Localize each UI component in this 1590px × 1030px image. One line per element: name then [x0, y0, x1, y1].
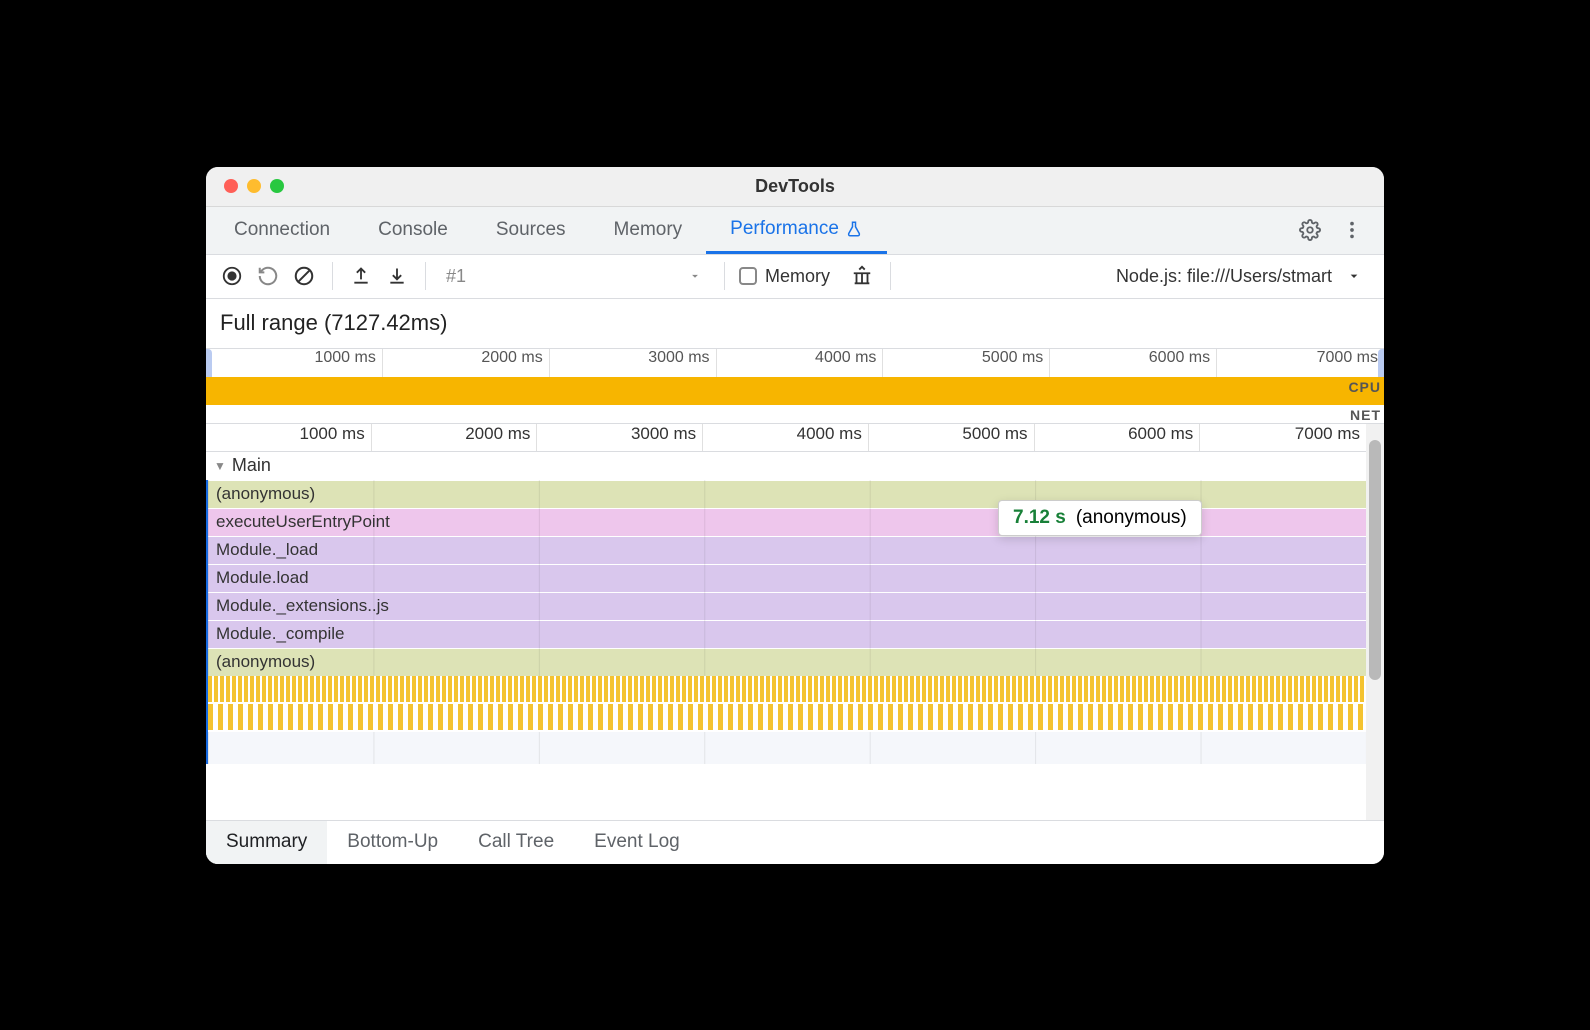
- ruler-tick: 5000 ms: [869, 424, 1035, 451]
- thread-header-label: Main: [232, 455, 271, 476]
- target-selector[interactable]: Node.js: file:///Users/stmart: [1116, 266, 1372, 287]
- flame-frame[interactable]: Module._extensions..js: [208, 592, 1366, 620]
- trace-selector-value: #1: [446, 266, 466, 287]
- details-tab-call-tree[interactable]: Call Tree: [458, 821, 574, 864]
- main-tabbar: Connection Console Sources Memory Perfor…: [206, 207, 1384, 255]
- tab-console[interactable]: Console: [354, 206, 472, 254]
- experiment-icon: [845, 220, 863, 238]
- flame-rows: (anonymous) executeUserEntryPoint Module…: [206, 480, 1366, 764]
- overview-cpu-track[interactable]: CPU: [206, 377, 1384, 405]
- separator: [425, 262, 426, 290]
- tooltip-duration: 7.12 s: [1013, 507, 1066, 529]
- flame-chart[interactable]: 1000 ms 2000 ms 3000 ms 4000 ms 5000 ms …: [206, 424, 1366, 820]
- tab-connection[interactable]: Connection: [210, 206, 354, 254]
- chevron-down-icon: [1346, 268, 1362, 284]
- titlebar: DevTools: [206, 167, 1384, 207]
- flame-tooltip: 7.12 s (anonymous): [998, 500, 1202, 536]
- separator: [332, 262, 333, 290]
- load-profile-button[interactable]: [347, 262, 375, 290]
- devtools-window: DevTools Connection Console Sources Memo…: [206, 167, 1384, 864]
- ruler-tick: 4000 ms: [717, 349, 884, 377]
- record-button[interactable]: [218, 262, 246, 290]
- tab-sources[interactable]: Sources: [472, 206, 590, 254]
- memory-toggle[interactable]: Memory: [739, 266, 830, 287]
- tab-performance-label: Performance: [730, 218, 839, 240]
- close-window-button[interactable]: [224, 179, 238, 193]
- ruler-tick: 2000 ms: [372, 424, 538, 451]
- chevron-down-icon: [688, 269, 702, 283]
- checkbox-icon: [739, 267, 757, 285]
- window-title: DevTools: [206, 176, 1384, 197]
- reload-button[interactable]: [254, 262, 282, 290]
- save-profile-button[interactable]: [383, 262, 411, 290]
- flame-frame[interactable]: Module.load: [208, 564, 1366, 592]
- flame-padding: [208, 732, 1366, 764]
- ruler-tick: 7000 ms: [1200, 424, 1366, 451]
- separator: [724, 262, 725, 290]
- ruler-tick: 7000 ms: [1217, 349, 1384, 377]
- ruler-tick: 6000 ms: [1035, 424, 1201, 451]
- tab-performance[interactable]: Performance: [706, 206, 887, 254]
- zoom-window-button[interactable]: [270, 179, 284, 193]
- range-label-row: Full range (7127.42ms): [206, 299, 1384, 349]
- overview-cpu-label: CPU: [1348, 379, 1381, 395]
- scrollbar-thumb[interactable]: [1369, 440, 1381, 680]
- tab-memory[interactable]: Memory: [590, 206, 707, 254]
- overview-net-label: NET: [1350, 407, 1381, 423]
- flame-chart-area: 1000 ms 2000 ms 3000 ms 4000 ms 5000 ms …: [206, 424, 1384, 820]
- minimize-window-button[interactable]: [247, 179, 261, 193]
- overview-timeline[interactable]: 1000 ms 2000 ms 3000 ms 4000 ms 5000 ms …: [206, 349, 1384, 424]
- settings-icon[interactable]: [1298, 218, 1322, 242]
- clear-button[interactable]: [290, 262, 318, 290]
- collect-garbage-button[interactable]: [848, 262, 876, 290]
- traffic-lights: [224, 179, 284, 193]
- details-tab-bottom-up[interactable]: Bottom-Up: [327, 821, 458, 864]
- performance-toolbar: #1 Memory Node.js: file:///Users/stmart: [206, 255, 1384, 299]
- more-icon[interactable]: [1340, 218, 1364, 242]
- trace-selector[interactable]: #1: [440, 260, 710, 292]
- flame-ruler: 1000 ms 2000 ms 3000 ms 4000 ms 5000 ms …: [206, 424, 1366, 452]
- details-tab-summary[interactable]: Summary: [206, 821, 327, 864]
- ruler-tick: 4000 ms: [703, 424, 869, 451]
- thread-header[interactable]: ▼ Main: [206, 452, 1366, 480]
- ruler-tick: 1000 ms: [216, 349, 383, 377]
- flame-small-frames[interactable]: [208, 676, 1366, 732]
- ruler-tick: 1000 ms: [206, 424, 372, 451]
- ruler-tick: 5000 ms: [883, 349, 1050, 377]
- tooltip-label: (anonymous): [1076, 507, 1187, 529]
- flame-frame[interactable]: Module._compile: [208, 620, 1366, 648]
- flame-frame[interactable]: Module._load: [208, 536, 1366, 564]
- ruler-tick: 3000 ms: [550, 349, 717, 377]
- target-selector-value: Node.js: file:///Users/stmart: [1116, 266, 1332, 287]
- details-tab-event-log[interactable]: Event Log: [574, 821, 700, 864]
- overview-net-track[interactable]: NET: [206, 405, 1384, 423]
- memory-toggle-label: Memory: [765, 266, 830, 287]
- overview-ruler: 1000 ms 2000 ms 3000 ms 4000 ms 5000 ms …: [206, 349, 1384, 377]
- flame-frame[interactable]: (anonymous): [208, 648, 1366, 676]
- ruler-tick: 2000 ms: [383, 349, 550, 377]
- flame-scrollbar[interactable]: [1366, 424, 1384, 820]
- details-tabbar: Summary Bottom-Up Call Tree Event Log: [206, 820, 1384, 864]
- separator: [890, 262, 891, 290]
- ruler-tick: 3000 ms: [537, 424, 703, 451]
- range-label: Full range (7127.42ms): [220, 310, 447, 336]
- ruler-tick: 6000 ms: [1050, 349, 1217, 377]
- collapse-icon: ▼: [214, 459, 226, 473]
- tabbar-right: [1298, 218, 1380, 242]
